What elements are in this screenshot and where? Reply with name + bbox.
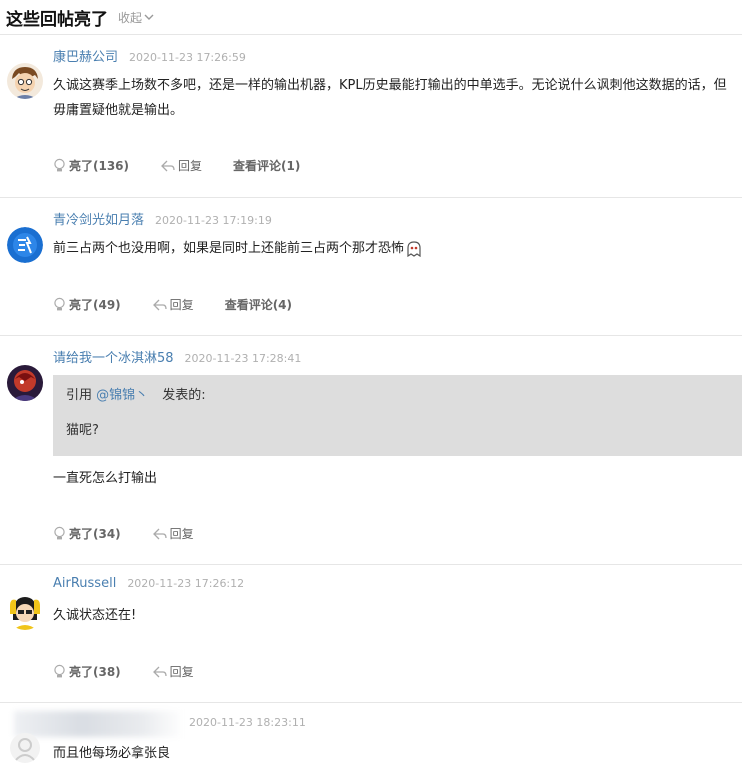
reply-label: 回复 <box>169 298 194 312</box>
reply-label: 回复 <box>169 665 194 679</box>
view-comments-link[interactable]: 查看评论(4) <box>225 296 292 313</box>
quoted-username[interactable]: @锦锦丶 <box>96 388 148 403</box>
reply-arrow-icon <box>161 160 175 171</box>
ghost-emoji-icon <box>407 240 421 257</box>
reply-arrow-icon <box>152 299 167 310</box>
section-title: 这些回帖亮了 <box>6 9 108 30</box>
reply-text-row: 前三占两个也没用啊，如果是同时上还能前三占两个那才恐怖 <box>53 236 728 261</box>
section-header: 这些回帖亮了 收起 <box>0 0 742 34</box>
username[interactable]: AirRussell <box>53 576 116 591</box>
quote-header: 引用 @锦锦丶 发表的: <box>66 384 206 403</box>
lightbulb-icon <box>54 664 65 678</box>
username[interactable]: 请给我一个冰淇淋58 <box>53 347 174 366</box>
like-button[interactable]: 亮了(49) <box>53 296 121 313</box>
username[interactable]: 康巴赫公司 <box>53 46 118 65</box>
blurred-username <box>14 711 184 737</box>
reply-label: 回复 <box>178 159 203 173</box>
post-time: 2020-11-23 18:23:11 <box>189 716 306 729</box>
quote-prefix: 引用 <box>66 388 97 403</box>
collapse-label: 收起 <box>118 10 143 25</box>
reply-button[interactable]: 回复 <box>161 157 202 174</box>
reply-text: 久诚这赛季上场数不多吧，还是一样的输出机器，KPL历史最能打输出的中单选手。无论… <box>53 78 727 118</box>
quote-text: 猫呢? <box>66 423 99 438</box>
reply-arrow-icon <box>152 528 167 539</box>
like-label: 亮了(38) <box>69 665 121 679</box>
view-comments-link[interactable]: 查看评论(1) <box>233 157 300 174</box>
reply-item: AirRussell 2020-11-23 17:26:12 久诚状态还在! 亮… <box>0 564 742 702</box>
reply-text: 前三占两个也没用啊，如果是同时上还能前三占两个那才恐怖 <box>53 241 405 256</box>
collapse-button[interactable]: 收起 <box>118 9 154 26</box>
avatar[interactable] <box>7 594 43 630</box>
user-avatar-icon <box>7 594 43 630</box>
reply-arrow-icon <box>152 666 167 677</box>
user-avatar-icon <box>7 227 43 263</box>
post-time: 2020-11-23 17:19:19 <box>155 214 272 227</box>
comments-label: 查看评论(4) <box>224 298 293 312</box>
reply-text: 一直死怎么打输出 <box>53 471 158 486</box>
avatar[interactable] <box>10 733 40 763</box>
lightbulb-icon <box>54 526 65 540</box>
lightbulb-icon <box>54 297 65 311</box>
like-button[interactable]: 亮了(34) <box>53 525 121 542</box>
reply-text: 而且他每场必拿张良 <box>53 746 171 761</box>
reply-item: 青冷剑光如月落 2020-11-23 17:19:19 前三占两个也没用啊，如果… <box>0 197 742 335</box>
reply-button[interactable]: 回复 <box>152 296 194 313</box>
like-button[interactable]: 亮了(136) <box>53 157 129 174</box>
default-avatar-icon <box>10 733 40 763</box>
avatar[interactable] <box>7 365 43 401</box>
reply-item: 请给我一个冰淇淋58 2020-11-23 17:28:41 引用 @锦锦丶 发… <box>0 335 742 564</box>
reply-button[interactable]: 回复 <box>152 525 194 542</box>
quote-suffix: 发表的: <box>162 388 206 403</box>
reply-item: 2020-11-23 18:23:11 而且他每场必拿张良 <box>0 702 742 778</box>
quoted-reply: 引用 @锦锦丶 发表的: 猫呢? <box>53 375 742 456</box>
lightbulb-icon <box>54 158 65 172</box>
reply-button[interactable]: 回复 <box>152 663 194 680</box>
like-label: 亮了(49) <box>69 298 121 312</box>
comments-label: 查看评论(1) <box>233 159 301 173</box>
like-label: 亮了(34) <box>69 527 121 541</box>
reply-label: 回复 <box>169 527 194 541</box>
chevron-down-icon <box>144 14 154 20</box>
avatar[interactable] <box>7 63 43 99</box>
like-label: 亮了(136) <box>69 159 130 173</box>
reply-text: 久诚状态还在! <box>53 608 137 623</box>
like-button[interactable]: 亮了(38) <box>53 663 121 680</box>
post-time: 2020-11-23 17:26:59 <box>129 51 246 64</box>
username[interactable]: 青冷剑光如月落 <box>53 209 144 228</box>
avatar[interactable] <box>7 227 43 263</box>
post-time: 2020-11-23 17:26:12 <box>127 577 245 590</box>
reply-item: 康巴赫公司 2020-11-23 17:26:59 久诚这赛季上场数不多吧，还是… <box>0 34 742 197</box>
user-avatar-icon <box>7 365 43 401</box>
post-time: 2020-11-23 17:28:41 <box>184 352 302 365</box>
user-avatar-icon <box>7 63 43 99</box>
